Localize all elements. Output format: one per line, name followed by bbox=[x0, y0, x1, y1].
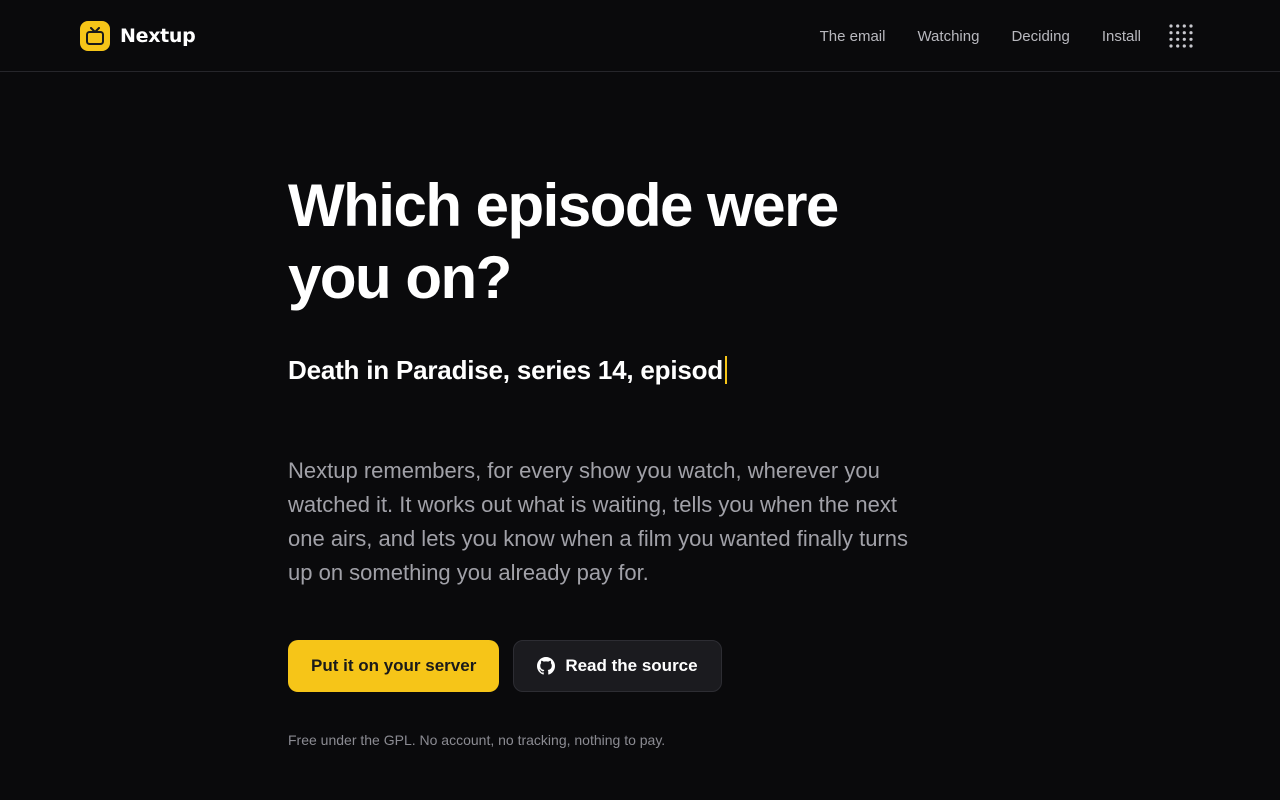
page-title: Which episode were you on? bbox=[288, 172, 839, 311]
hero-description: Nextup remembers, for every show you wat… bbox=[288, 458, 908, 585]
typed-text: Death in Paradise, series 14, episod bbox=[288, 354, 724, 385]
top-navigation-bar: Nextup The email Watching Deciding Insta… bbox=[0, 0, 1280, 72]
brand-home-link[interactable]: Nextup bbox=[80, 20, 196, 51]
hero-actions: Put it on your server Read the source bbox=[288, 640, 988, 692]
nav-link-watching[interactable]: Watching bbox=[917, 28, 979, 45]
github-icon bbox=[537, 657, 556, 675]
license-footnote: Free under the GPL. No account, no track… bbox=[288, 732, 666, 748]
read-source-label: Read the source bbox=[565, 656, 698, 675]
tv-icon bbox=[80, 20, 110, 51]
apps-menu-button[interactable] bbox=[1168, 23, 1194, 49]
nav-link-deciding[interactable]: Deciding bbox=[1011, 28, 1069, 45]
hero-section: Which episode were you on? Death in Para… bbox=[288, 170, 988, 748]
grid-dots-icon bbox=[1169, 24, 1193, 48]
main-nav: The email Watching Deciding Install bbox=[820, 20, 1194, 52]
typing-demo: Death in Paradise, series 14, episod bbox=[288, 354, 988, 386]
nav-link-the-email[interactable]: The email bbox=[820, 28, 886, 45]
read-source-button[interactable]: Read the source bbox=[513, 640, 722, 692]
brand-name: Nextup bbox=[120, 24, 196, 47]
text-caret bbox=[725, 356, 728, 384]
put-on-server-button[interactable]: Put it on your server bbox=[288, 640, 500, 692]
nav-link-install[interactable]: Install bbox=[1102, 28, 1141, 45]
